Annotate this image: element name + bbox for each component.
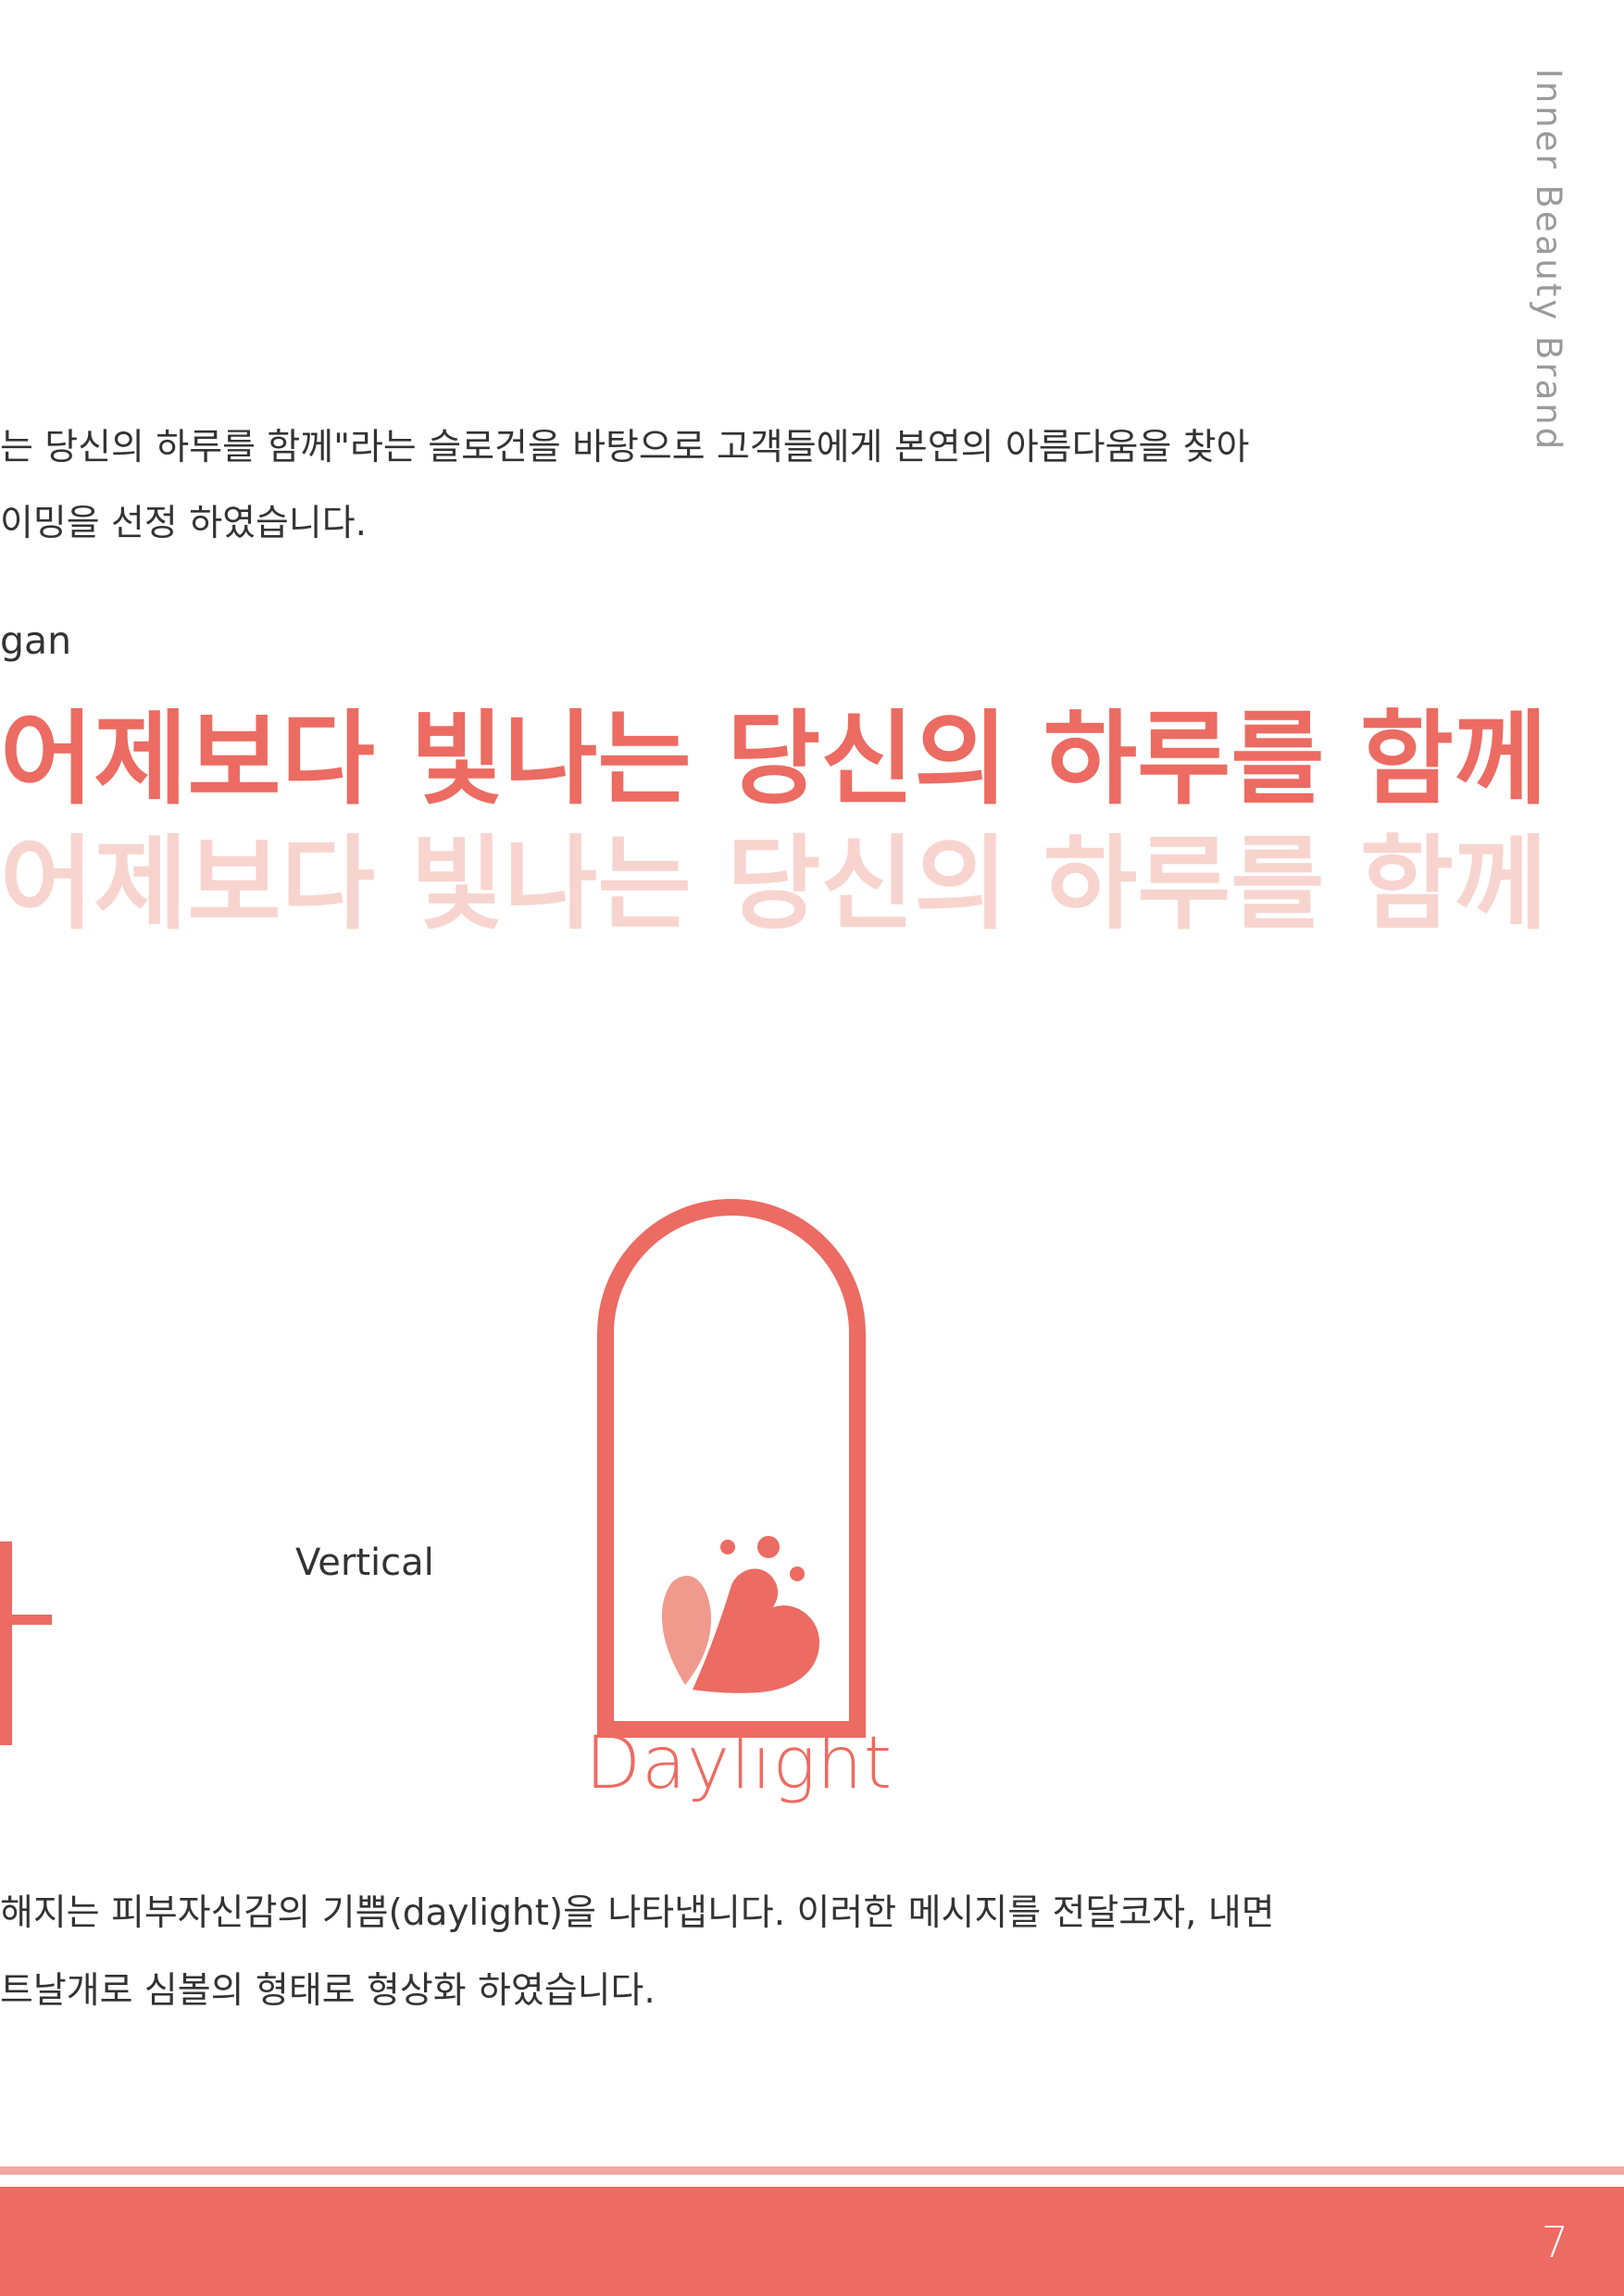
sparkle-dot-large xyxy=(757,1536,780,1558)
footer-bar xyxy=(0,2187,1624,2296)
logo-vertical-label: Vertical xyxy=(295,1541,434,1584)
partial-logo-glyph xyxy=(0,1541,52,1745)
slogan-ghost: 어제보다 빛나는 당신의 하루를 함께 xyxy=(0,825,1548,943)
description-paragraph: 해지는 피부자신감의 기쁨(daylight)을 나타냅니다. 이러한 메시지를… xyxy=(0,1875,1444,2030)
sparkle-dot-side xyxy=(790,1566,805,1581)
intro-line-1: 는 당신의 하루를 함께"라는 슬로건을 바탕으로 고객들에게 본연의 아름다움… xyxy=(0,427,1250,468)
description-line-2: 트날개로 심볼의 형태로 형상화 하였습니다. xyxy=(0,1970,656,2012)
intro-line-2: 이밍을 선정 하였습니다. xyxy=(0,503,367,544)
brand-tagline-vertical: Inner Beauty Brand xyxy=(1529,69,1568,453)
sparkle-dot-small xyxy=(720,1540,735,1554)
slogan-main: 어제보다 빛나는 당신의 하루를 함께 xyxy=(0,700,1548,818)
heart-wing-icon xyxy=(693,1568,820,1693)
footer-divider xyxy=(0,2166,1624,2175)
intro-paragraph: 는 당신의 하루를 함께"라는 슬로건을 바탕으로 고객들에게 본연의 아름다움… xyxy=(0,410,1444,562)
daylight-wordmark: Daylight xyxy=(585,1722,893,1805)
page-number: 7 xyxy=(1541,2217,1568,2267)
description-line-1: 해지는 피부자신감의 기쁨(daylight)을 나타냅니다. 이러한 메시지를… xyxy=(0,1892,1275,1934)
daylight-symbol xyxy=(597,1199,866,1738)
slogan-label: gan xyxy=(0,618,72,663)
